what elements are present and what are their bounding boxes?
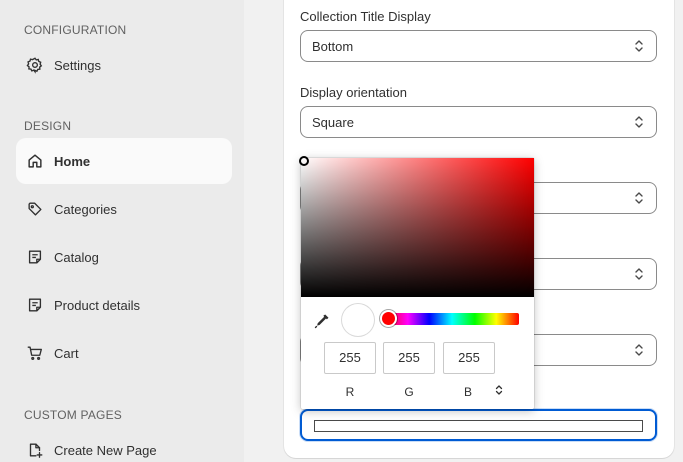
sidebar-item-label: Home bbox=[54, 153, 91, 169]
color-preview-swatch bbox=[342, 304, 374, 336]
sidebar: CONFIGURATION Settings DESIGN Home Categ… bbox=[0, 0, 244, 462]
hue-slider-handle[interactable] bbox=[380, 310, 397, 327]
sidebar-item-label: Cart bbox=[54, 345, 79, 361]
saturation-value-area[interactable] bbox=[299, 156, 534, 297]
display-orientation-label: Display orientation bbox=[300, 85, 407, 100]
select-chevron-icon bbox=[635, 40, 643, 52]
select-chevron-icon bbox=[635, 116, 643, 128]
sidebar-item-label: Catalog bbox=[54, 249, 99, 265]
custom-pages-section-title: CUSTOM PAGES bbox=[24, 408, 122, 422]
color-swatch bbox=[314, 420, 643, 432]
sidebar-item-label: Create New Page bbox=[54, 442, 157, 458]
sidebar-item-create-new-page[interactable]: Create New Page bbox=[16, 427, 232, 462]
color-picker-popover: 255 255 255 R G B bbox=[299, 156, 534, 409]
red-input[interactable]: 255 bbox=[324, 342, 376, 374]
select-chevron-icon bbox=[635, 268, 643, 280]
select-value: Square bbox=[312, 114, 354, 130]
color-input-field[interactable] bbox=[300, 409, 657, 441]
display-orientation-select[interactable]: Square bbox=[300, 106, 657, 138]
catalog-icon bbox=[26, 296, 44, 314]
sidebar-item-cart[interactable]: Cart bbox=[16, 330, 232, 376]
red-label: R bbox=[345, 385, 355, 399]
tag-icon bbox=[26, 200, 44, 218]
sidebar-item-home[interactable]: Home bbox=[16, 138, 232, 184]
select-chevron-icon bbox=[635, 344, 643, 356]
collection-title-display-select[interactable]: Bottom bbox=[300, 30, 657, 62]
blue-input[interactable]: 255 bbox=[443, 342, 495, 374]
sidebar-item-catalog[interactable]: Catalog bbox=[16, 234, 232, 280]
sidebar-item-label: Product details bbox=[54, 297, 140, 313]
saturation-handle[interactable] bbox=[299, 156, 309, 166]
select-value: Bottom bbox=[312, 38, 354, 54]
configuration-section-title: CONFIGURATION bbox=[24, 23, 127, 37]
green-input[interactable]: 255 bbox=[383, 342, 435, 374]
select-chevron-icon bbox=[635, 192, 643, 204]
blue-label: B bbox=[463, 385, 472, 399]
catalog-icon bbox=[26, 248, 44, 266]
green-label: G bbox=[404, 385, 414, 399]
new-page-icon bbox=[26, 441, 44, 459]
sidebar-item-label: Categories bbox=[54, 201, 117, 217]
sidebar-item-settings[interactable]: Settings bbox=[16, 42, 232, 88]
collection-title-display-label: Collection Title Display bbox=[300, 9, 431, 24]
design-section-title: DESIGN bbox=[24, 119, 72, 133]
gear-icon bbox=[26, 56, 44, 74]
hue-slider[interactable] bbox=[385, 313, 519, 325]
sidebar-item-label: Settings bbox=[54, 57, 101, 73]
cart-icon bbox=[26, 344, 44, 362]
eyedropper-icon[interactable] bbox=[314, 313, 330, 329]
home-icon bbox=[26, 152, 44, 170]
sidebar-item-categories[interactable]: Categories bbox=[16, 186, 232, 232]
color-mode-toggle-icon[interactable] bbox=[494, 384, 504, 396]
sidebar-item-product-details[interactable]: Product details bbox=[16, 282, 232, 328]
